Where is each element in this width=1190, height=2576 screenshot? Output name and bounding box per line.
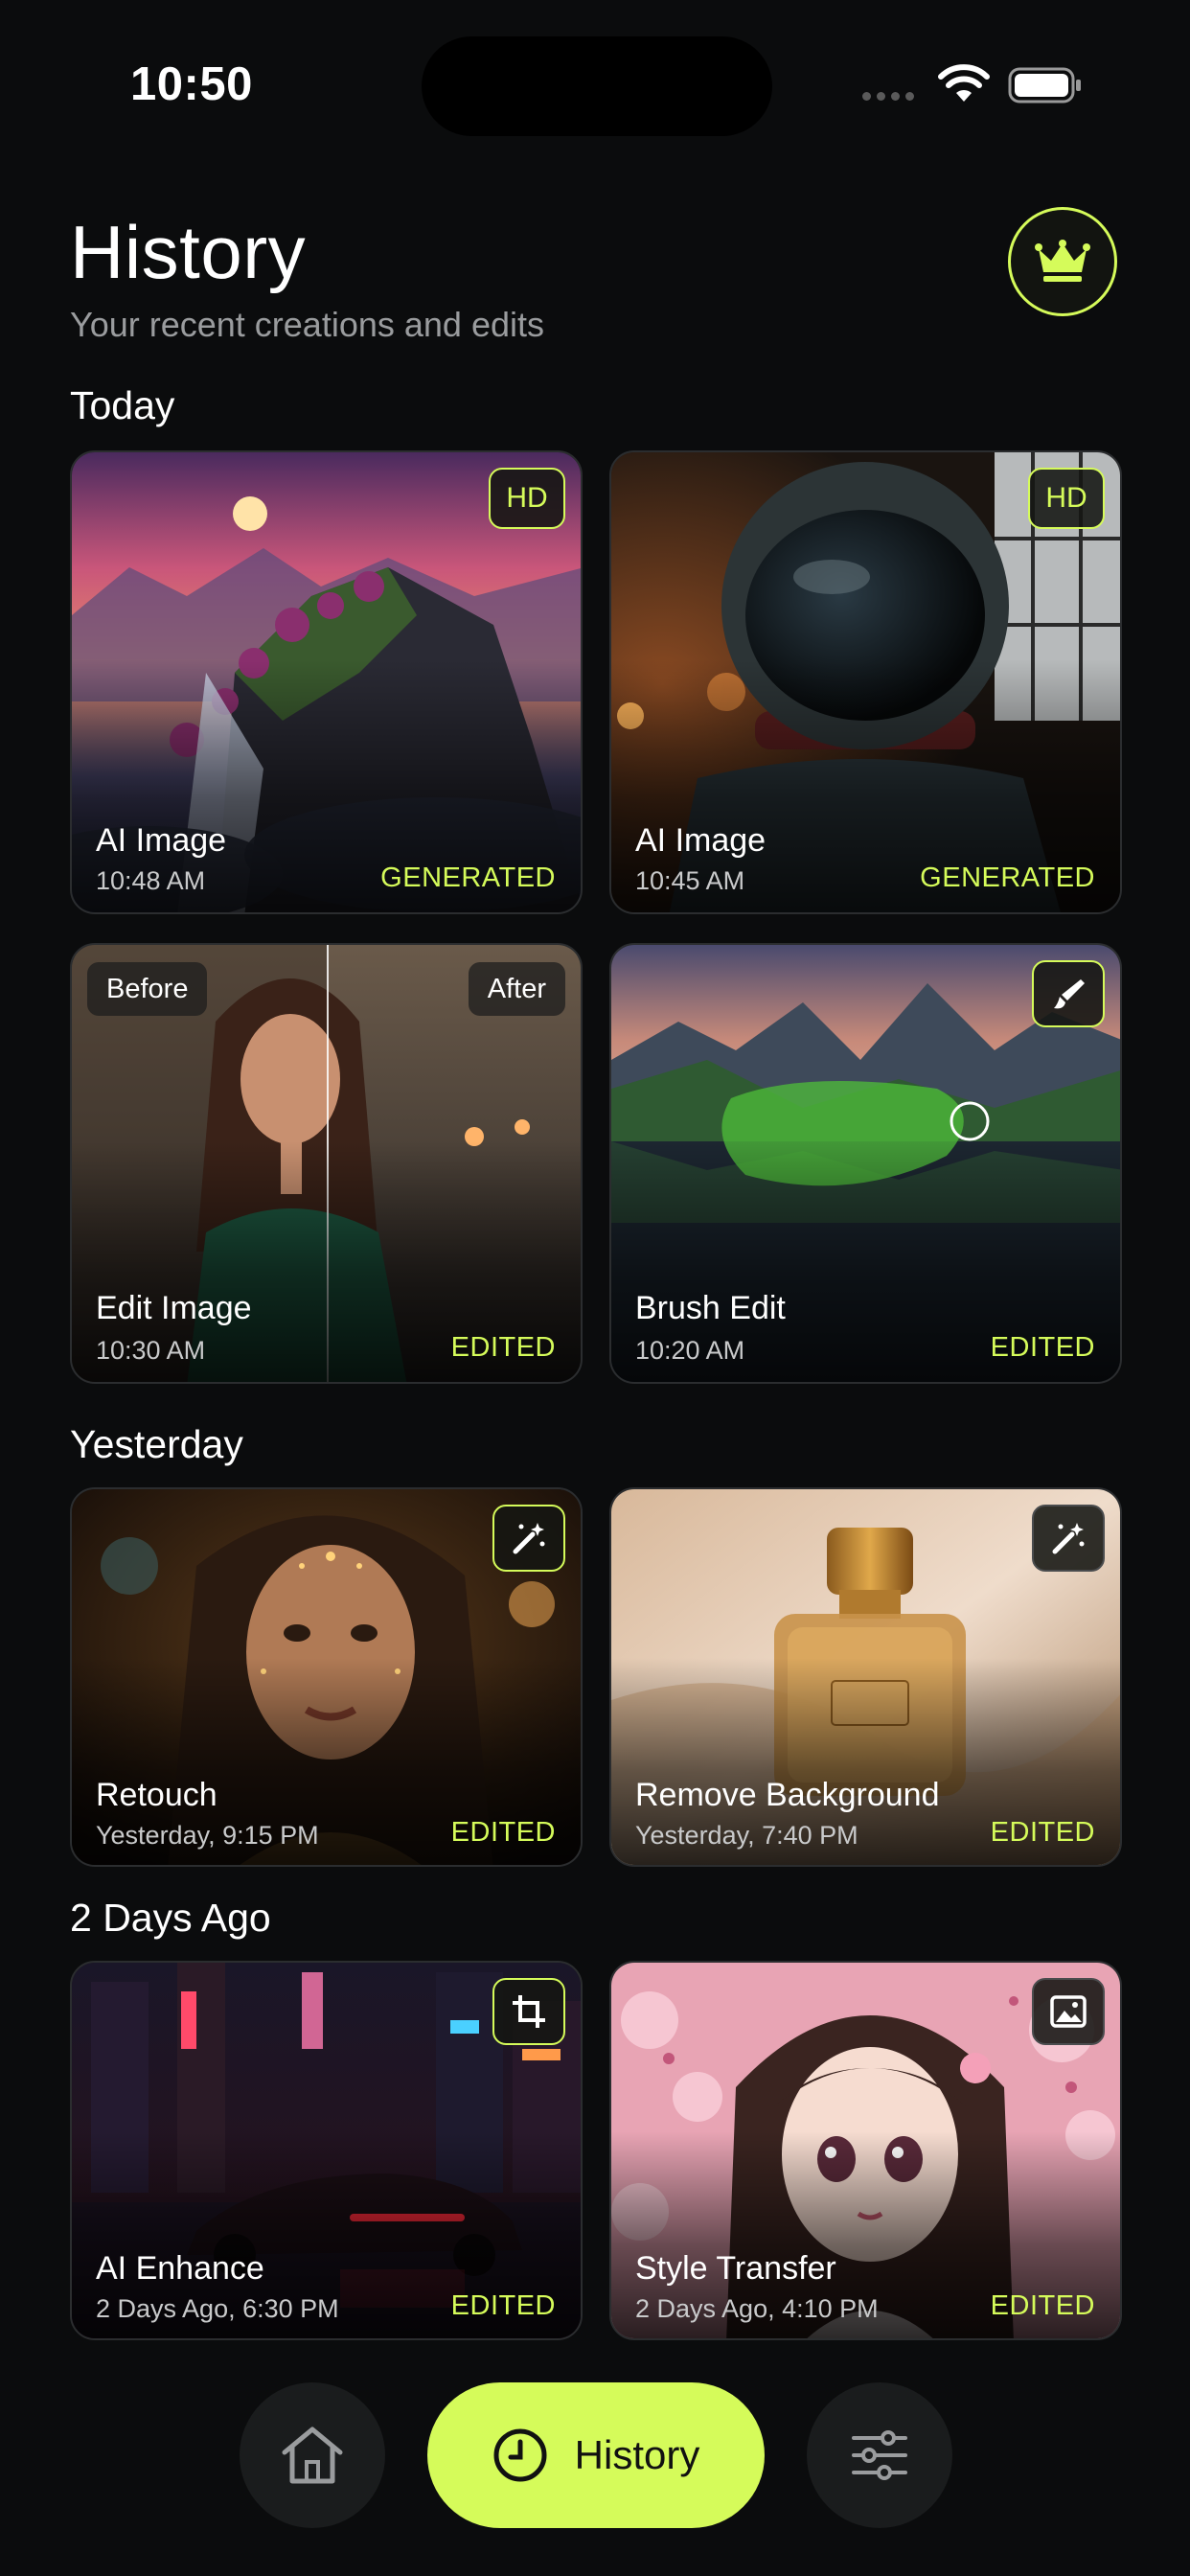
card-status: GENERATED	[380, 862, 556, 893]
card-title: Style Transfer	[635, 2250, 836, 2287]
dynamic-island	[422, 36, 772, 136]
card-status: EDITED	[450, 1817, 556, 1848]
history-card-ai-image-2[interactable]: HD AI Image 10:45 AM GENERATED	[609, 450, 1122, 914]
card-time: Yesterday, 7:40 PM	[635, 1821, 858, 1850]
status-time: 10:50	[130, 58, 253, 110]
crop-icon	[513, 1995, 545, 2028]
card-time: 2 Days Ago, 6:30 PM	[96, 2294, 339, 2323]
history-card-ai-enhance[interactable]: AI Enhance 2 Days Ago, 6:30 PM EDITED	[70, 1961, 583, 2340]
section-title-yesterday: Yesterday	[70, 1422, 243, 1466]
style-transfer-tool-badge	[1032, 1978, 1105, 2045]
section-title-two-days-ago: 2 Days Ago	[70, 1896, 271, 1940]
card-title: AI Image	[635, 822, 767, 859]
history-card-style-transfer[interactable]: Style Transfer 2 Days Ago, 4:10 PM EDITE…	[609, 1961, 1122, 2340]
card-time: 10:45 AM	[635, 866, 745, 895]
section-title-today: Today	[70, 383, 175, 427]
card-status: EDITED	[450, 2290, 556, 2321]
history-card-retouch[interactable]: Retouch Yesterday, 9:15 PM EDITED	[70, 1487, 583, 1867]
card-status: GENERATED	[920, 862, 1095, 893]
magic-wand-icon	[513, 1523, 545, 1554]
brush-icon	[1054, 979, 1085, 1009]
wifi-icon	[938, 64, 990, 102]
nav-history-button[interactable]: History	[427, 2382, 765, 2528]
hd-badge: HD	[489, 468, 565, 529]
before-label: Before	[87, 962, 208, 1016]
battery-icon	[1008, 67, 1081, 104]
card-status: EDITED	[990, 1332, 1095, 1363]
card-title: Remove Background	[635, 1777, 940, 1813]
card-status: EDITED	[450, 1332, 556, 1363]
nav-history-label: History	[574, 2432, 700, 2477]
card-title: Brush Edit	[635, 1290, 786, 1326]
nav-settings-button[interactable]	[807, 2382, 952, 2528]
magic-wand-icon	[1052, 1523, 1085, 1554]
brush-tool-badge	[1032, 960, 1105, 1027]
history-card-ai-image-1[interactable]: HD AI Image 10:48 AM GENERATED	[70, 450, 583, 914]
card-title: Edit Image	[96, 1290, 252, 1326]
page-subtitle: Your recent creations and edits	[70, 305, 544, 344]
history-card-brush-edit[interactable]: Brush Edit 10:20 AM EDITED	[609, 943, 1122, 1384]
card-title: AI Image	[96, 822, 227, 859]
card-time: 2 Days Ago, 4:10 PM	[635, 2294, 879, 2323]
enhance-tool-badge	[492, 1978, 565, 2045]
after-label: After	[468, 962, 565, 1016]
card-title: Retouch	[96, 1777, 217, 1813]
history-card-edit-image[interactable]: Before After Edit Image 10:30 AM EDITED	[70, 943, 583, 1384]
nav-home-button[interactable]	[240, 2382, 385, 2528]
hd-badge: HD	[1028, 468, 1105, 529]
remove-background-tool-badge	[1032, 1505, 1105, 1572]
premium-button[interactable]	[1008, 207, 1117, 316]
card-status: EDITED	[990, 2290, 1095, 2321]
card-time: 10:30 AM	[96, 1336, 206, 1365]
card-status: EDITED	[990, 1817, 1095, 1848]
image-icon	[1050, 1995, 1087, 2028]
cellular-signal-icon	[862, 92, 914, 101]
retouch-tool-badge	[492, 1505, 565, 1572]
card-time: 10:20 AM	[635, 1336, 745, 1365]
card-time: 10:48 AM	[96, 866, 206, 895]
home-icon	[282, 2426, 343, 2484]
card-title: AI Enhance	[96, 2250, 264, 2287]
card-time: Yesterday, 9:15 PM	[96, 1821, 319, 1850]
page-title: History	[70, 210, 307, 294]
crown-icon	[1035, 240, 1090, 282]
history-card-remove-background[interactable]: Remove Background Yesterday, 7:40 PM EDI…	[609, 1487, 1122, 1867]
clock-icon	[493, 2428, 547, 2482]
sliders-icon	[852, 2430, 907, 2480]
